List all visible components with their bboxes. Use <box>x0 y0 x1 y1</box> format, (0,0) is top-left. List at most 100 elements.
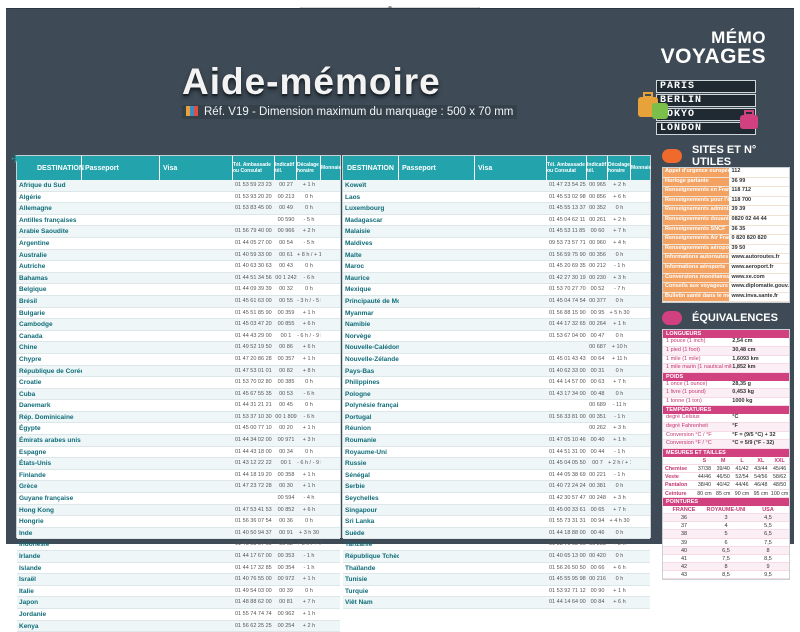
size-row: Chemise 37/38 39/40 41/42 43/44 45/46 <box>663 465 789 474</box>
row-country: Belgique <box>19 286 47 294</box>
table-row[interactable]: Myanmar 01 56 88 15 90 00 95 + 5 h 30 <box>343 308 650 320</box>
table-row[interactable]: Brésil 01 45 61 63 00 00 55 - 3 h / - 5 h <box>17 295 340 308</box>
row-passport <box>82 180 160 191</box>
row-passport <box>399 528 475 539</box>
table-row[interactable]: Pays-Bas 01 40 62 33 00 00 31 0 h <box>343 365 650 378</box>
table-row[interactable]: Maroc 01 45 20 69 35 00 212 - 1 h <box>343 261 650 273</box>
table-row[interactable]: Cambodge 01 45 03 47 20 00 855 + 6 h <box>17 319 340 331</box>
table-row[interactable]: Allemagne 01 53 83 45 00 00 49 0 h <box>17 203 340 215</box>
table-row[interactable]: Grèce 01 47 23 72 28 00 30 + 1 h <box>17 481 340 494</box>
row-passport <box>399 400 475 411</box>
table-row[interactable]: Belgique 01 44 09 39 39 00 32 0 h <box>17 284 340 296</box>
table-row[interactable]: Kenya 01 56 62 25 25 00 254 + 2 h <box>17 620 340 632</box>
table-row[interactable]: Nouvelle-Calédonie 00 687 + 10 h <box>343 342 650 354</box>
table-row[interactable]: Portugal 01 56 33 81 00 00 351 - 1 h <box>343 411 650 424</box>
table-row[interactable]: Seychelles 01 42 30 57 47 00 248 + 3 h <box>343 493 650 505</box>
table-row[interactable]: Royaume-Uni 01 44 51 31 00 00 44 - 1 h <box>343 447 650 459</box>
table-row[interactable]: Madagascar 01 45 04 62 11 00 261 + 2 h <box>343 215 650 227</box>
table-row[interactable]: Tanzanie 01 53 70 63 66 00 255 + 2 h <box>343 539 650 551</box>
shoe-row: 37 4 5,5 <box>663 522 789 531</box>
table-row[interactable]: Danemark 01 44 31 21 21 00 45 0 h <box>17 400 340 412</box>
row-passport <box>399 516 475 527</box>
row-country: Maroc <box>345 263 365 271</box>
side-panel: SITES ET N° UTILES Appel d'urgence europ… <box>654 144 794 581</box>
row-indicatif: 00 594 <box>277 495 295 502</box>
table-row[interactable]: Russie 01 45 04 05 50 00 7 + 2 h / + 11 h <box>343 458 650 470</box>
table-row[interactable]: Luxembourg 01 45 55 13 37 00 352 0 h <box>343 203 650 215</box>
site-value: 36 35 <box>731 225 746 232</box>
table-row[interactable]: Inde 01 40 50 94 37 00 91 + 3 h 30 <box>17 527 340 540</box>
table-row[interactable]: Israël 01 40 76 55 00 00 972 + 1 h <box>17 574 340 586</box>
table-row[interactable]: Finlande 01 44 18 19 20 00 358 + 1 h <box>17 470 340 482</box>
table-row[interactable]: Chine 01 49 52 19 50 00 86 + 6 h <box>17 342 340 354</box>
table-row[interactable]: République Tchèque 01 40 65 13 0000 420 0 … <box>343 551 650 563</box>
table-row[interactable]: Norvège 01 53 67 04 00 00 47 0 h <box>343 331 650 343</box>
table-row[interactable]: Argentine 01 44 05 27 00 00 54 - 5 h <box>17 238 340 250</box>
table-row[interactable]: Antilles françaises 00 590 - 5 h <box>17 215 340 227</box>
table-body: Koweït 01 47 23 54 25 00 965 + 2 h Laos 01 45… <box>343 180 650 609</box>
table-row[interactable]: Arabie Saoudite 01 56 79 40 00 00 966 + 2 h <box>17 226 340 238</box>
table-row[interactable]: Algérie 01 53 93 20 20 00 213 0 h <box>17 192 340 204</box>
table-row[interactable]: Pologne 01 43 17 34 00 00 48 0 h <box>343 388 650 401</box>
row-indicatif: 00 689 <box>589 402 606 409</box>
table-row[interactable]: Autriche 01 40 63 30 63 00 43 0 h <box>17 261 340 273</box>
table-row[interactable]: Thaïlande 01 56 26 50 50 00 66 + 6 h <box>343 563 650 575</box>
table-row[interactable]: Viêt Nam 01 44 14 64 00 00 84 + 6 h <box>343 597 650 609</box>
equivalence-label: 1 pied (1 foot) <box>666 346 700 353</box>
table-row[interactable]: Maldives 09 53 73 57 71 00 960 + 4 h <box>343 238 650 250</box>
table-row[interactable]: Rép. Dominicaine 01 53 37 10 30 00 1 809 - … <box>17 411 340 424</box>
table-row[interactable]: Afrique du Sud 01 53 59 23 23 00 27 + 1 h <box>17 180 340 192</box>
row-visa <box>475 516 547 527</box>
table-row[interactable]: Sénégal 01 44 05 38 69 00 221 - 1 h <box>343 470 650 482</box>
table-row[interactable]: Tunisie 01 45 55 95 98 00 216 0 h <box>343 574 650 586</box>
table-row[interactable]: Roumanie 01 47 05 10 46 00 40 + 1 h <box>343 435 650 447</box>
table-row[interactable]: Irlande 01 44 17 67 00 00 353 - 1 h <box>17 551 340 563</box>
table-row[interactable]: Principauté de Monaco 01 45 04 74 5400 37… <box>343 295 650 308</box>
table-row[interactable]: Philippines 01 44 14 57 00 00 63 + 7 h <box>343 377 650 389</box>
table-row[interactable]: Turquie 01 53 92 71 12 00 90 + 1 h <box>343 586 650 598</box>
table-row[interactable]: Serbie 01 40 72 24 24 00 381 0 h <box>343 481 650 494</box>
table-row[interactable]: Indonésie 01 45 03 07 60 00 62 + 5 h / + 7 … <box>17 539 340 551</box>
table-row[interactable]: Espagne 01 44 43 18 00 00 34 0 h <box>17 447 340 459</box>
row-tel: 01 40 62 33 00 <box>549 367 586 374</box>
table-row[interactable]: Islande 01 44 17 32 85 00 354 - 1 h <box>17 563 340 575</box>
table-row[interactable]: Polynésie française 00 689 - 11 h <box>343 400 650 412</box>
table-row[interactable]: États-Unis 01 43 12 22 22 00 1 - 6 h / - 9 … <box>17 458 340 470</box>
table-row[interactable]: Nouvelle-Zélande 01 45 01 43 43 00 64 + 11 … <box>343 354 650 366</box>
table-row[interactable]: Hongrie 01 56 36 07 54 00 36 0 h <box>17 516 340 528</box>
table-row[interactable]: Jordanie 01 55 74 74 74 00 962 + 1 h <box>17 609 340 621</box>
row-country: Malte <box>345 251 362 259</box>
row-passport <box>399 574 475 585</box>
table-row[interactable]: Mexique 01 53 70 27 70 00 52 - 7 h <box>343 284 650 296</box>
table-row[interactable]: Chypre 01 47 20 86 28 00 357 + 1 h <box>17 354 340 366</box>
table-row[interactable]: Maurice 01 42 27 30 19 00 230 + 3 h <box>343 272 650 285</box>
table-row[interactable]: Guyane française 00 594 - 4 h <box>17 493 340 505</box>
table-row[interactable]: Suède 01 44 18 88 00 00 46 0 h <box>343 527 650 540</box>
table-row[interactable]: Sri Lanka 01 55 73 31 31 00 94 + 4 h 30 <box>343 516 650 528</box>
table-row[interactable]: Koweït 01 47 23 54 25 00 965 + 2 h <box>343 180 650 192</box>
table-row[interactable]: République de Corée 01 47 53 01 01 00 82 + … <box>17 365 340 378</box>
row-visa <box>475 586 547 597</box>
table-row[interactable]: Croatie 01 53 70 02 80 00 385 0 h <box>17 377 340 389</box>
table-row[interactable]: Australie 01 40 59 33 00 00 61 + 8 h / + 10… <box>17 249 340 262</box>
table-row[interactable]: Malaisie 01 45 53 11 85 00 60 + 7 h <box>343 226 650 238</box>
table-row[interactable]: Émirats arabes unis 01 44 34 02 00 00 971 +… <box>17 435 340 447</box>
table-row[interactable]: Cuba 01 45 67 55 35 00 53 - 6 h <box>17 388 340 401</box>
table-row[interactable]: Italie 01 49 54 03 00 00 39 0 h <box>17 586 340 598</box>
table-row[interactable]: Namibie 01 44 17 32 65 00 264 + 1 h <box>343 319 650 331</box>
table-row[interactable]: Bulgarie 01 45 51 85 90 00 359 + 1 h <box>17 308 340 320</box>
table-row[interactable]: Hong Kong 01 47 53 41 53 00 852 + 6 h <box>17 504 340 517</box>
table-row[interactable]: Bahamas 01 44 51 34 56 00 1 242 - 6 h <box>17 272 340 285</box>
table-row[interactable]: Japon 01 48 88 62 00 00 81 + 7 h <box>17 597 340 609</box>
equivalences-list: LONGUEURS 1 pouce (1 inch) 2,54 cm 1 pied … <box>662 329 790 581</box>
site-value: 0820 02 44 44 <box>731 215 767 222</box>
row-country: Thaïlande <box>345 564 376 572</box>
table-row[interactable]: Réunion 00 262 + 3 h <box>343 423 650 436</box>
table-row[interactable]: Malte 01 56 59 75 90 00 356 0 h <box>343 249 650 262</box>
table-row[interactable]: Canada 01 44 43 29 00 00 1 - 6 h / - 9 h <box>17 331 340 343</box>
table-row[interactable]: Égypte 01 45 00 77 10 00 20 + 1 h <box>17 423 340 436</box>
row-decalage: + 6 h <box>613 193 626 200</box>
table-row[interactable]: Singapour 01 45 00 33 61 00 65 + 7 h <box>343 504 650 517</box>
row-passport <box>399 215 475 226</box>
table-row[interactable]: Laos 01 45 53 02 98 00 856 + 6 h <box>343 192 650 204</box>
